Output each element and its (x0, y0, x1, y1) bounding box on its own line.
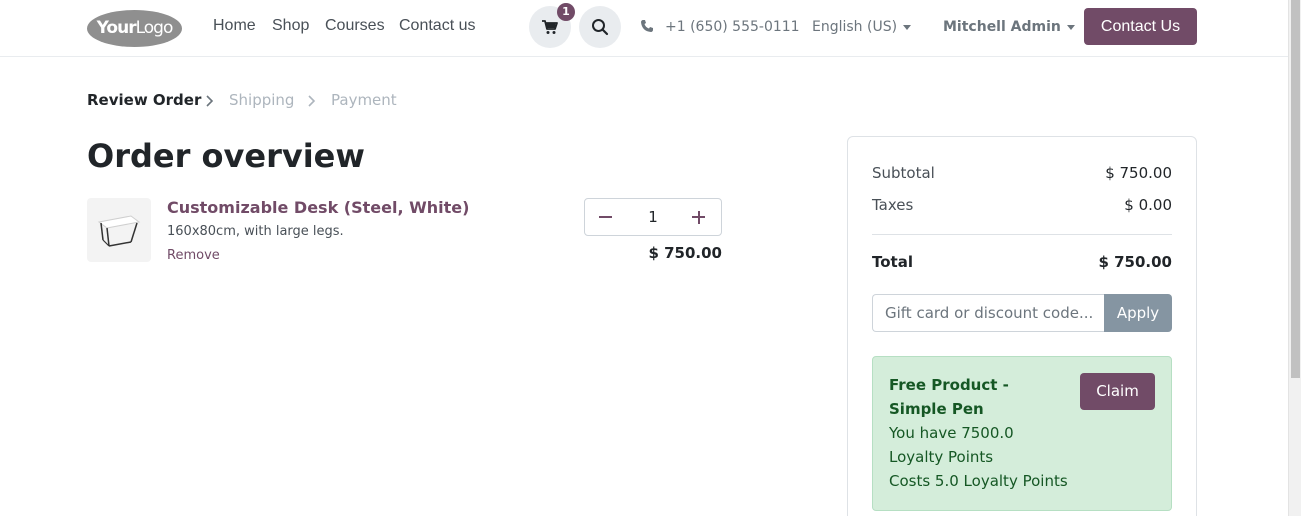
phone-number[interactable]: +1 (650) 555-0111 (665, 19, 800, 35)
user-dropdown[interactable]: Mitchell Admin (943, 19, 1075, 35)
search-button[interactable] (579, 6, 621, 48)
reward-text: Free Product - Simple Pen You have 7500.… (889, 373, 1069, 493)
user-name: Mitchell Admin (943, 19, 1061, 35)
cart-icon (542, 20, 558, 34)
total-value: $ 750.00 (1098, 253, 1172, 271)
increase-quantity-button[interactable] (681, 199, 721, 235)
remove-item-link[interactable]: Remove (167, 248, 220, 263)
nav-shop[interactable]: Shop (272, 17, 309, 35)
apply-promo-button[interactable]: Apply (1104, 294, 1172, 332)
nav-home[interactable]: Home (213, 17, 256, 35)
desk-image (97, 215, 141, 247)
step-review-order: Review Order (87, 91, 202, 109)
site-logo[interactable]: YourLogo (87, 10, 182, 47)
chevron-right-icon (308, 95, 316, 107)
cart-count-badge: 1 (557, 3, 575, 21)
logo-text-light: Logo (135, 18, 174, 38)
language-dropdown[interactable]: English (US) (812, 19, 912, 35)
page-scrollbar[interactable] (1288, 0, 1301, 516)
plus-icon-vertical (697, 210, 700, 224)
order-summary-card: Subtotal $ 750.00 Taxes $ 0.00 Total $ 7… (847, 136, 1197, 516)
subtotal-label: Subtotal (872, 164, 935, 182)
nav-contact-us[interactable]: Contact us (399, 17, 475, 35)
step-shipping: Shipping (229, 91, 295, 109)
total-row: Total $ 750.00 (872, 253, 1172, 271)
contact-us-button[interactable]: Contact Us (1084, 8, 1197, 45)
taxes-label: Taxes (872, 196, 914, 214)
top-navbar: YourLogo Home Shop Courses Contact us 1 … (0, 0, 1288, 57)
quantity-stepper: 1 (584, 198, 722, 236)
subtotal-value: $ 750.00 (1105, 164, 1172, 182)
phone-icon (641, 20, 653, 32)
claim-reward-button[interactable]: Claim (1080, 373, 1155, 410)
search-icon (592, 19, 609, 36)
step-payment: Payment (331, 91, 397, 109)
taxes-row: Taxes $ 0.00 (872, 196, 1172, 214)
reward-points-line: You have 7500.0 Loyalty Points (889, 424, 1014, 466)
language-label: English (US) (812, 19, 898, 35)
logo-text-strong: Your (96, 18, 137, 38)
page-title: Order overview (87, 137, 365, 175)
product-description: 160x80cm, with large legs. (167, 224, 344, 239)
total-label: Total (872, 253, 913, 271)
chevron-right-icon (206, 95, 214, 107)
product-name-link[interactable]: Customizable Desk (Steel, White) (167, 198, 469, 217)
caret-down-icon (903, 24, 912, 30)
nav-courses[interactable]: Courses (325, 17, 385, 35)
taxes-value: $ 0.00 (1124, 196, 1172, 214)
scrollbar-thumb[interactable] (1291, 0, 1300, 378)
product-thumbnail[interactable] (87, 198, 151, 262)
promo-code-input[interactable] (872, 294, 1105, 332)
summary-divider (872, 234, 1172, 235)
reward-name: Free Product - Simple Pen (889, 376, 1009, 418)
reward-card: Free Product - Simple Pen You have 7500.… (872, 356, 1172, 511)
caret-down-icon (1066, 24, 1075, 30)
line-price: $ 750.00 (648, 244, 722, 262)
subtotal-row: Subtotal $ 750.00 (872, 164, 1172, 182)
reward-cost-line: Costs 5.0 Loyalty Points (889, 472, 1068, 490)
